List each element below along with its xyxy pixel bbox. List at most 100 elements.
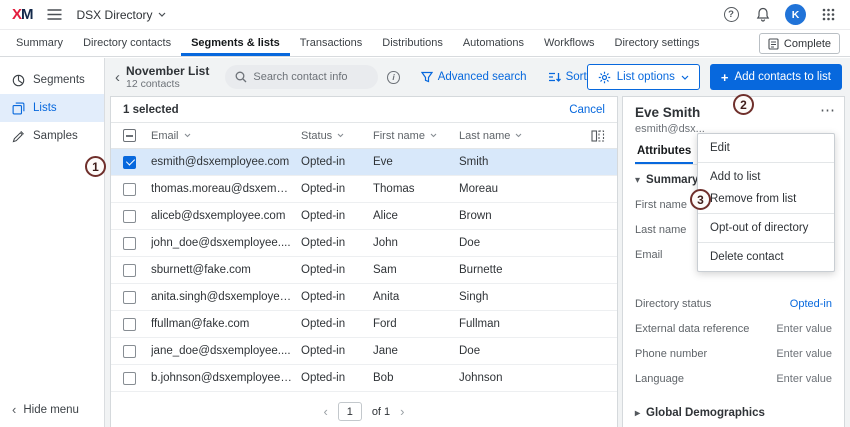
row-checkbox-cell bbox=[123, 318, 151, 331]
row-checkbox[interactable] bbox=[123, 156, 136, 169]
row-checkbox[interactable] bbox=[123, 237, 136, 250]
table-row[interactable]: jane_doe@dsxemployee....Opted-inJaneDoe bbox=[111, 338, 617, 365]
search-icon bbox=[235, 71, 247, 83]
column-header-last-name[interactable]: Last name bbox=[459, 130, 555, 142]
column-label: Last name bbox=[459, 130, 510, 142]
menu-item-opt-out-of-directory[interactable]: Opt-out of directory bbox=[698, 217, 834, 239]
page-of-label: of 1 bbox=[372, 406, 390, 418]
search-input[interactable] bbox=[253, 71, 368, 83]
add-contacts-button[interactable]: + Add contacts to list bbox=[710, 64, 842, 90]
row-checkbox[interactable] bbox=[123, 264, 136, 277]
table-row[interactable]: thomas.moreau@dsxempl...Opted-inThomasMo… bbox=[111, 176, 617, 203]
tab-automations[interactable]: Automations bbox=[453, 30, 534, 56]
attribute-value[interactable]: Enter value bbox=[776, 373, 832, 385]
hamburger-menu-icon[interactable] bbox=[45, 5, 65, 25]
tab-directory-settings[interactable]: Directory settings bbox=[605, 30, 710, 56]
tab-attributes[interactable]: Attributes bbox=[635, 142, 693, 164]
chevron-down-icon bbox=[430, 133, 437, 138]
app-switcher-icon[interactable] bbox=[818, 5, 838, 25]
selection-count: 1 selected bbox=[123, 104, 179, 116]
more-options-icon[interactable]: ⋯ bbox=[820, 101, 836, 119]
page-number-box[interactable]: 1 bbox=[338, 402, 362, 421]
previous-page-icon[interactable]: ‹ bbox=[323, 405, 327, 418]
directory-switcher[interactable]: DSX Directory bbox=[77, 8, 166, 22]
attribute-label: Language bbox=[635, 373, 684, 385]
info-icon[interactable]: i bbox=[387, 71, 399, 84]
segments-icon bbox=[12, 74, 25, 87]
complete-icon bbox=[768, 38, 779, 50]
attribute-row-language: Language Enter value bbox=[635, 366, 832, 391]
row-email: john_doe@dsxemployee.... bbox=[151, 237, 301, 249]
table-row[interactable]: esmith@dsxemployee.comOpted-inEveSmith bbox=[111, 149, 617, 176]
row-first-name: Sam bbox=[373, 264, 459, 276]
row-last-name: Fullman bbox=[459, 318, 555, 330]
advanced-search-button[interactable]: Advanced search bbox=[421, 71, 527, 83]
table-row[interactable]: sburnett@fake.comOpted-inSamBurnette bbox=[111, 257, 617, 284]
next-page-icon[interactable]: › bbox=[400, 405, 404, 418]
row-email: ffullman@fake.com bbox=[151, 318, 301, 330]
contacts-table: 1 selected Cancel Email Status First nam… bbox=[110, 96, 618, 427]
attribute-value[interactable]: Enter value bbox=[776, 348, 832, 360]
tab-distributions[interactable]: Distributions bbox=[372, 30, 453, 56]
row-last-name: Smith bbox=[459, 156, 555, 168]
sort-button[interactable]: Sort bbox=[548, 71, 587, 83]
table-row[interactable]: anita.singh@dsxemployee...Opted-inAnitaS… bbox=[111, 284, 617, 311]
menu-item-remove-from-list[interactable]: Remove from list bbox=[698, 188, 834, 210]
tab-workflows[interactable]: Workflows bbox=[534, 30, 605, 56]
row-first-name: Bob bbox=[373, 372, 459, 384]
tab-directory-contacts[interactable]: Directory contacts bbox=[73, 30, 181, 56]
xm-logo: X M bbox=[12, 6, 33, 23]
table-row[interactable]: john_doe@dsxemployee....Opted-inJohnDoe bbox=[111, 230, 617, 257]
lists-icon bbox=[12, 102, 25, 115]
select-all-checkbox[interactable] bbox=[123, 129, 136, 142]
row-checkbox[interactable] bbox=[123, 345, 136, 358]
row-checkbox[interactable] bbox=[123, 183, 136, 196]
table-row[interactable]: ffullman@fake.comOpted-inFordFullman bbox=[111, 311, 617, 338]
row-first-name: John bbox=[373, 237, 459, 249]
search-box[interactable] bbox=[225, 65, 378, 89]
attribute-row-directory-status: Directory status Opted-in bbox=[635, 291, 832, 316]
row-checkbox[interactable] bbox=[123, 210, 136, 223]
cancel-selection-button[interactable]: Cancel bbox=[569, 104, 605, 116]
attribute-label: Directory status bbox=[635, 298, 711, 310]
menu-divider bbox=[698, 162, 834, 163]
row-last-name: Moreau bbox=[459, 183, 555, 195]
help-icon[interactable]: ? bbox=[721, 5, 741, 25]
advanced-search-label: Advanced search bbox=[438, 71, 527, 83]
column-label: First name bbox=[373, 130, 425, 142]
column-header-first-name[interactable]: First name bbox=[373, 130, 459, 142]
hide-menu-button[interactable]: ‹ Hide menu bbox=[12, 402, 79, 417]
menu-item-add-to-list[interactable]: Add to list bbox=[698, 166, 834, 188]
column-header-status[interactable]: Status bbox=[301, 130, 373, 142]
manage-columns-icon[interactable] bbox=[579, 130, 605, 142]
attribute-value[interactable]: Enter value bbox=[776, 323, 832, 335]
row-checkbox[interactable] bbox=[123, 291, 136, 304]
directory-name: DSX Directory bbox=[77, 8, 153, 22]
row-checkbox-cell bbox=[123, 156, 151, 169]
tab-transactions[interactable]: Transactions bbox=[290, 30, 373, 56]
column-header-email[interactable]: Email bbox=[151, 130, 301, 142]
table-row[interactable]: b.johnson@dsxemployee....Opted-inBobJohn… bbox=[111, 365, 617, 392]
menu-item-edit[interactable]: Edit bbox=[698, 137, 834, 159]
avatar[interactable]: K bbox=[785, 4, 806, 25]
complete-button[interactable]: Complete bbox=[759, 33, 840, 54]
attribute-value[interactable]: Opted-in bbox=[790, 298, 832, 310]
table-row[interactable]: aliceb@dsxemployee.comOpted-inAliceBrown bbox=[111, 203, 617, 230]
sidebar-item-samples[interactable]: Samples bbox=[0, 122, 104, 150]
list-options-button[interactable]: List options bbox=[587, 64, 700, 90]
tab-segments-lists[interactable]: Segments & lists bbox=[181, 30, 290, 56]
attribute-row-external-data-reference: External data referenceEnter value bbox=[635, 316, 832, 341]
sidebar-item-label: Samples bbox=[33, 130, 78, 142]
step-annotation-2: 2 bbox=[733, 94, 754, 115]
menu-item-delete-contact[interactable]: Delete contact bbox=[698, 246, 834, 268]
sidebar-item-lists[interactable]: Lists bbox=[0, 94, 104, 122]
back-chevron-icon[interactable]: ‹ bbox=[115, 70, 120, 85]
sidebar-item-segments[interactable]: Segments bbox=[0, 66, 104, 94]
add-contacts-label: Add contacts to list bbox=[734, 71, 831, 83]
tab-summary[interactable]: Summary bbox=[6, 30, 73, 56]
notification-bell-icon[interactable] bbox=[753, 5, 773, 25]
row-checkbox[interactable] bbox=[123, 372, 136, 385]
global-demographics-section-header[interactable]: ▸ Global Demographics bbox=[635, 407, 765, 419]
row-checkbox-cell bbox=[123, 210, 151, 223]
row-checkbox[interactable] bbox=[123, 318, 136, 331]
